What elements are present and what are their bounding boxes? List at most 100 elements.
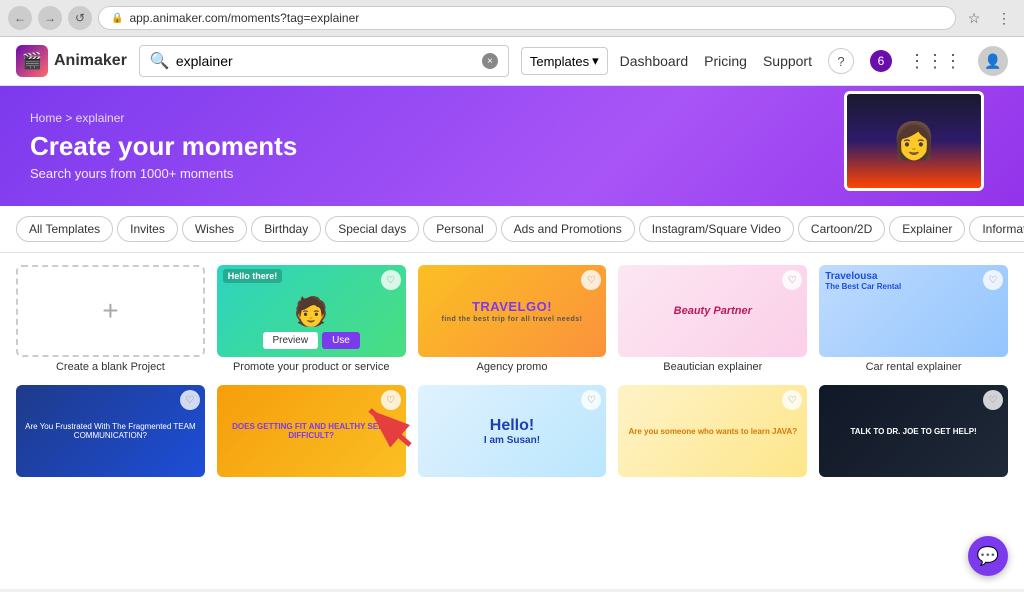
- search-bar: 🔍 ×: [139, 45, 509, 77]
- blank-card-label: Create a blank Project: [16, 361, 205, 373]
- template-grid: + Create a blank Project 🧑 Hello there! …: [0, 253, 1024, 493]
- card-bg-travelousa: Travelousa The Best Car Rental: [819, 265, 1008, 357]
- chevron-down-icon: ▾: [592, 53, 599, 69]
- card-label-promo: Promote your product or service: [217, 361, 406, 373]
- card-thumb-java: Are you someone who wants to learn JAVA?…: [618, 385, 807, 477]
- tab-personal[interactable]: Personal: [423, 216, 496, 242]
- fit-text: DOES GETTING FIT AND HEALTHY SEEM DIFFIC…: [221, 422, 402, 440]
- template-card-travelousa[interactable]: Travelousa The Best Car Rental ♡ Car ren…: [819, 265, 1008, 373]
- heart-button-drjoe[interactable]: ♡: [983, 390, 1003, 410]
- search-type-dropdown[interactable]: Templates ▾: [521, 47, 608, 75]
- card-bg-beautician: Beauty Partner: [618, 265, 807, 357]
- card-thumb-fit: DOES GETTING FIT AND HEALTHY SEEM DIFFIC…: [217, 385, 406, 477]
- nav-pricing[interactable]: Pricing: [704, 53, 747, 69]
- back-button[interactable]: ←: [8, 6, 32, 30]
- preview-button[interactable]: Preview: [263, 332, 319, 349]
- logo[interactable]: 🎬 Animaker: [16, 45, 127, 77]
- tab-ads-promotions[interactable]: Ads and Promotions: [501, 216, 635, 242]
- hero-person-image: 👩: [892, 120, 937, 162]
- blank-card-thumb[interactable]: +: [16, 265, 205, 357]
- card-bg-drjoe: TALK TO DR. JOE TO GET HELP!: [819, 385, 1008, 477]
- card-label-travelousa: Car rental explainer: [819, 361, 1008, 373]
- blank-project-card[interactable]: + Create a blank Project: [16, 265, 205, 373]
- drjoe-text: TALK TO DR. JOE TO GET HELP!: [850, 427, 976, 436]
- logo-icon: 🎬: [16, 45, 48, 77]
- tab-wishes[interactable]: Wishes: [182, 216, 247, 242]
- laptop-base: [844, 188, 984, 191]
- search-icon: 🔍: [150, 51, 170, 71]
- heart-button-promo[interactable]: ♡: [381, 270, 401, 290]
- heart-button-travelousa[interactable]: ♡: [983, 270, 1003, 290]
- search-type-label: Templates: [530, 54, 589, 69]
- breadcrumb: Home > explainer: [30, 111, 297, 125]
- card-thumb-promo: 🧑 Hello there! Preview Use ♡: [217, 265, 406, 357]
- reload-button[interactable]: ↺: [68, 6, 92, 30]
- browser-actions: ☆ ⋮: [962, 6, 1016, 30]
- hero-text: Home > explainer Create your moments Sea…: [30, 111, 297, 181]
- hero-banner: Home > explainer Create your moments Sea…: [0, 86, 1024, 206]
- travelousa-text: Travelousa The Best Car Rental: [825, 271, 901, 291]
- tab-special-days[interactable]: Special days: [325, 216, 419, 242]
- hero-image: 👩: [844, 91, 984, 191]
- beautician-text: Beauty Partner: [674, 305, 752, 317]
- hello-sub: I am Susan!: [484, 435, 540, 446]
- template-card-team[interactable]: Are You Frustrated With The Fragmented T…: [16, 385, 205, 481]
- template-card-travelgo[interactable]: TRAVELGO! find the best trip for all tra…: [418, 265, 607, 373]
- card-bg-fit: DOES GETTING FIT AND HEALTHY SEEM DIFFIC…: [217, 385, 406, 477]
- forward-button[interactable]: →: [38, 6, 62, 30]
- card-bg-travelgo: TRAVELGO! find the best trip for all tra…: [418, 265, 607, 357]
- hero-image-inner: 👩: [847, 94, 981, 188]
- team-text: Are You Frustrated With The Fragmented T…: [20, 422, 201, 440]
- template-card-drjoe[interactable]: TALK TO DR. JOE TO GET HELP! ♡: [819, 385, 1008, 481]
- search-clear-button[interactable]: ×: [482, 53, 498, 69]
- category-tabs: All Templates Invites Wishes Birthday Sp…: [0, 206, 1024, 253]
- app-header: 🎬 Animaker 🔍 × Templates ▾ Dashboard Pri…: [0, 37, 1024, 86]
- tab-invites[interactable]: Invites: [117, 216, 178, 242]
- bookmark-button[interactable]: ☆: [962, 6, 986, 30]
- nav-dashboard[interactable]: Dashboard: [620, 53, 689, 69]
- url-text: app.animaker.com/moments?tag=explainer: [129, 11, 943, 25]
- card-thumb-drjoe: TALK TO DR. JOE TO GET HELP! ♡: [819, 385, 1008, 477]
- search-input[interactable]: [176, 53, 476, 69]
- use-button[interactable]: Use: [322, 332, 360, 349]
- app-content: 🎬 Animaker 🔍 × Templates ▾ Dashboard Pri…: [0, 37, 1024, 589]
- card-bg-hello: Hello! I am Susan!: [418, 385, 607, 477]
- hello-text: Hello!: [490, 417, 534, 435]
- card-label-beautician: Beautician explainer: [618, 361, 807, 373]
- tab-informational[interactable]: Informational: [969, 216, 1024, 242]
- card-bg-promo: 🧑 Hello there! Preview Use: [217, 265, 406, 357]
- template-card-hello[interactable]: Hello! I am Susan! ♡: [418, 385, 607, 481]
- card-bg-team: Are You Frustrated With The Fragmented T…: [16, 385, 205, 477]
- nav-links: Dashboard Pricing Support ? 6 ⋮⋮⋮ 👤: [620, 46, 1008, 76]
- template-card-java[interactable]: Are you someone who wants to learn JAVA?…: [618, 385, 807, 481]
- tab-explainer[interactable]: Explainer: [889, 216, 965, 242]
- hero-title: Create your moments: [30, 131, 297, 162]
- avatar-button[interactable]: 👤: [978, 46, 1008, 76]
- heart-button-team[interactable]: ♡: [180, 390, 200, 410]
- tab-cartoon[interactable]: Cartoon/2D: [798, 216, 885, 242]
- plus-icon: +: [102, 295, 118, 327]
- card-thumb-travelousa: Travelousa The Best Car Rental ♡: [819, 265, 1008, 357]
- url-bar[interactable]: 🔒 app.animaker.com/moments?tag=explainer: [98, 6, 956, 30]
- heart-button-fit[interactable]: ♡: [381, 390, 401, 410]
- java-text: Are you someone who wants to learn JAVA?: [628, 427, 797, 436]
- help-button[interactable]: ?: [828, 48, 854, 74]
- chat-bubble[interactable]: 💬: [968, 536, 1008, 576]
- template-card-fit[interactable]: DOES GETTING FIT AND HEALTHY SEEM DIFFIC…: [217, 385, 406, 481]
- tab-all-templates[interactable]: All Templates: [16, 216, 113, 242]
- card-action-overlay: Preview Use: [263, 332, 360, 349]
- travelgo-text: TRAVELGO! find the best trip for all tra…: [442, 299, 583, 323]
- template-card-beautician[interactable]: Beauty Partner ♡ Beautician explainer: [618, 265, 807, 373]
- browser-toolbar: ← → ↺ 🔒 app.animaker.com/moments?tag=exp…: [0, 0, 1024, 36]
- template-card-promo[interactable]: 🧑 Hello there! Preview Use ♡ Promote you…: [217, 265, 406, 373]
- card-thumb-travelgo: TRAVELGO! find the best trip for all tra…: [418, 265, 607, 357]
- tab-instagram[interactable]: Instagram/Square Video: [639, 216, 794, 242]
- extensions-button[interactable]: ⋮: [992, 6, 1016, 30]
- apps-grid-button[interactable]: ⋮⋮⋮: [908, 51, 962, 72]
- card-thumb-hello: Hello! I am Susan! ♡: [418, 385, 607, 477]
- card-person-icon: 🧑: [294, 295, 329, 328]
- browser-chrome: ← → ↺ 🔒 app.animaker.com/moments?tag=exp…: [0, 0, 1024, 37]
- tab-birthday[interactable]: Birthday: [251, 216, 321, 242]
- nav-support[interactable]: Support: [763, 53, 812, 69]
- notification-badge[interactable]: 6: [870, 50, 892, 72]
